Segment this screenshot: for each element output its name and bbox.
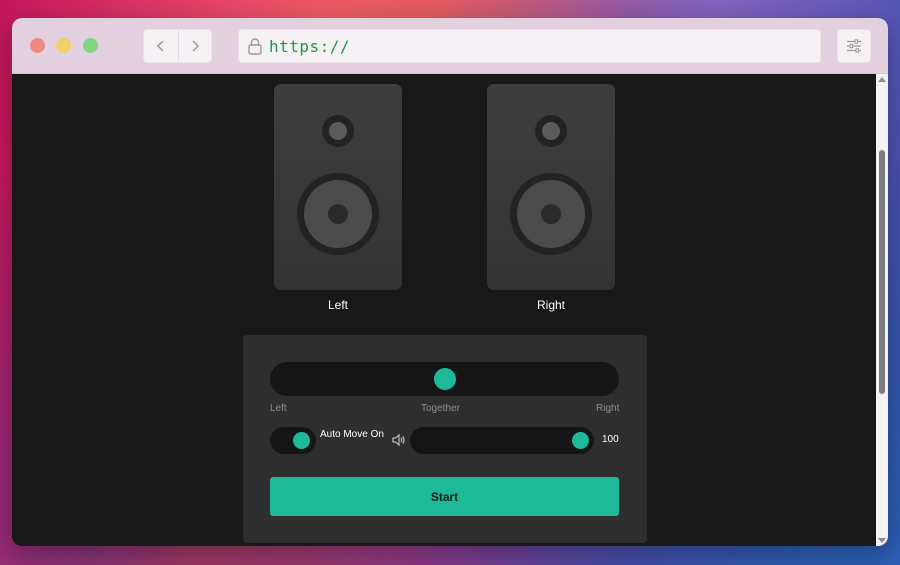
scroll-down-arrow-icon[interactable]: [878, 538, 886, 543]
navigation-buttons: [143, 29, 212, 63]
toggle-knob: [293, 432, 310, 449]
volume-slider-thumb[interactable]: [572, 432, 589, 449]
close-window-button[interactable]: [30, 38, 45, 53]
back-button[interactable]: [144, 30, 178, 62]
page-content: Left Right Left Together Right Auto Move…: [12, 74, 876, 546]
scrollbar-thumb[interactable]: [879, 150, 885, 394]
minimize-window-button[interactable]: [56, 38, 71, 53]
sliders-icon: [847, 39, 861, 53]
right-speaker: [487, 84, 615, 290]
chevron-right-icon: [192, 40, 199, 52]
lock-icon: [247, 37, 263, 55]
speaker-volume-icon: [392, 433, 406, 451]
url-text[interactable]: https://: [269, 37, 350, 56]
scroll-up-arrow-icon[interactable]: [878, 77, 886, 82]
browser-toolbar: https://: [12, 18, 888, 74]
auto-move-label: Auto Move On: [320, 429, 384, 440]
forward-button[interactable]: [177, 30, 212, 62]
maximize-window-button[interactable]: [83, 38, 98, 53]
vertical-scrollbar[interactable]: [876, 74, 888, 546]
right-speaker-label: Right: [536, 298, 565, 312]
speaker-tweeter: [535, 115, 567, 147]
pan-slider[interactable]: [270, 362, 619, 396]
auto-move-toggle[interactable]: [270, 427, 316, 454]
volume-slider[interactable]: [410, 427, 594, 454]
left-speaker-label: Left: [327, 298, 348, 312]
volume-value: 100: [602, 434, 619, 445]
left-speaker: [274, 84, 402, 290]
speaker-tweeter: [322, 115, 354, 147]
speaker-woofer: [510, 173, 592, 255]
pan-label-together: Together: [421, 403, 460, 414]
browser-menu-button[interactable]: [837, 29, 871, 63]
address-bar[interactable]: https://: [238, 29, 821, 63]
pan-slider-thumb[interactable]: [433, 368, 456, 390]
pan-label-left: Left: [270, 403, 287, 414]
chevron-left-icon: [156, 40, 164, 52]
browser-window: https:// Left Right Left Together Right …: [12, 18, 888, 546]
start-button[interactable]: Start: [270, 477, 619, 516]
control-panel: Left Together Right Auto Move On 100 Sta…: [243, 335, 647, 543]
pan-label-right: Right: [596, 403, 620, 414]
speaker-woofer: [297, 173, 379, 255]
